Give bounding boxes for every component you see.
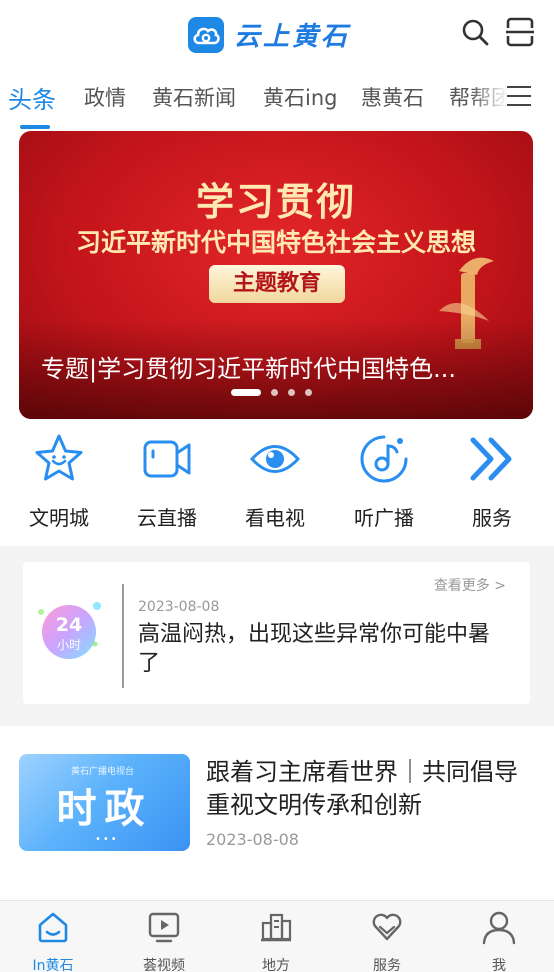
- bottom-nav-label: 地方: [262, 958, 290, 972]
- tab-huangshi-ing[interactable]: 黄石ing: [263, 82, 337, 112]
- hot24-card[interactable]: 24 小时 查看更多 > 2023-08-08 高温闷热，出现这些异常你可能中暑…: [23, 562, 530, 704]
- news-date: 2023-08-08: [206, 830, 299, 849]
- bottom-nav-label: In黄石: [32, 958, 74, 972]
- news-title: 跟着习主席看世界｜共同倡导重视文明传承和创新: [206, 758, 518, 819]
- eye-icon: [249, 445, 301, 473]
- carousel-dot[interactable]: [305, 389, 312, 396]
- scan-icon[interactable]: [505, 17, 535, 47]
- bottom-nav: In黄石 荟视频 地方 服务 我: [0, 900, 554, 972]
- cloud-logo-icon: [188, 16, 224, 53]
- tab-headlines[interactable]: 头条: [8, 80, 56, 115]
- carousel-dot-active[interactable]: [231, 389, 261, 396]
- bottom-nav-local[interactable]: 地方: [226, 909, 326, 972]
- banner-tag: 主题教育: [209, 265, 345, 303]
- thumbnail-label: 时政: [56, 786, 153, 832]
- quick-nav-radio[interactable]: 听广播: [334, 430, 434, 531]
- news-thumbnail: 黄石广播电视台 时政 •••: [19, 754, 190, 851]
- view-more-link[interactable]: 查看更多 >: [434, 575, 506, 595]
- bottom-nav-label: 我: [492, 958, 506, 972]
- tab-huangshi-news[interactable]: 黄石新闻: [152, 82, 236, 112]
- bottom-nav-video[interactable]: 荟视频: [114, 909, 214, 972]
- carousel-dot[interactable]: [271, 389, 278, 396]
- tab-politics[interactable]: 政情: [84, 82, 126, 112]
- bottom-nav-home[interactable]: In黄石: [3, 909, 103, 972]
- quick-nav-label: 听广播: [354, 506, 414, 530]
- quick-nav-label: 服务: [472, 506, 512, 530]
- music-note-icon: [360, 435, 408, 483]
- hot24-unit: 小时: [57, 638, 81, 652]
- news-list-item[interactable]: 黄石广播电视台 时政 ••• 跟着习主席看世界｜共同倡导重视文明传承和创新 20…: [0, 726, 554, 900]
- heart-hands-icon: [372, 913, 402, 941]
- banner-carousel[interactable]: 学习贯彻 习近平新时代中国特色社会主义思想 主题教育 专题|学习贯彻习近平新时代…: [19, 131, 533, 419]
- star-icon: [35, 434, 83, 481]
- double-chevron-right-icon: [470, 437, 512, 481]
- banner-headline: 学习贯彻: [195, 180, 356, 224]
- carousel-dots: [231, 389, 322, 396]
- channel-menu-icon[interactable]: [507, 86, 531, 108]
- video-camera-icon: [143, 440, 191, 478]
- bottom-nav-services[interactable]: 服务: [337, 909, 437, 972]
- active-tab-indicator: [20, 125, 50, 129]
- bottom-nav-label: 荟视频: [143, 958, 185, 972]
- quick-nav-services[interactable]: 服务: [442, 430, 542, 531]
- user-icon: [482, 911, 516, 945]
- app-header: 云上黄石: [0, 0, 554, 70]
- tab-hui-huangshi[interactable]: 惠黄石: [361, 82, 424, 112]
- quick-nav-tv[interactable]: 看电视: [225, 430, 325, 531]
- play-screen-icon: [148, 912, 180, 943]
- banner-caption: 专题|学习贯彻习近平新时代中国特色...: [41, 355, 456, 383]
- card-divider: [122, 584, 124, 688]
- carousel-dot[interactable]: [288, 389, 295, 396]
- quick-nav-civilized-city[interactable]: 文明城: [9, 430, 109, 531]
- hot24-number: 24: [56, 614, 82, 636]
- thumbnail-dots: •••: [95, 834, 119, 845]
- quick-nav-label: 文明城: [29, 506, 89, 530]
- hot24-date: 2023-08-08: [138, 599, 220, 615]
- bottom-nav-me[interactable]: 我: [449, 909, 549, 972]
- app-name: 云上黄石: [234, 22, 351, 52]
- app-logo: 云上黄石: [188, 16, 350, 53]
- quick-nav: 文明城 云直播 看电视 听广播 服务: [0, 430, 554, 540]
- quick-nav-label: 看电视: [245, 506, 305, 530]
- bottom-nav-label: 服务: [373, 958, 401, 972]
- quick-nav-label: 云直播: [137, 506, 197, 530]
- home-icon: [38, 912, 68, 943]
- search-icon[interactable]: [460, 17, 490, 47]
- hot24-title[interactable]: 高温闷热，出现这些异常你可能中暑了: [138, 620, 508, 678]
- hot24-badge: 24 小时: [38, 602, 101, 659]
- channel-tabs: 头条 政情 黄石新闻 黄石ing 惠黄石 帮帮团: [0, 74, 554, 130]
- buildings-icon: [261, 913, 292, 942]
- quick-nav-live[interactable]: 云直播: [117, 430, 217, 531]
